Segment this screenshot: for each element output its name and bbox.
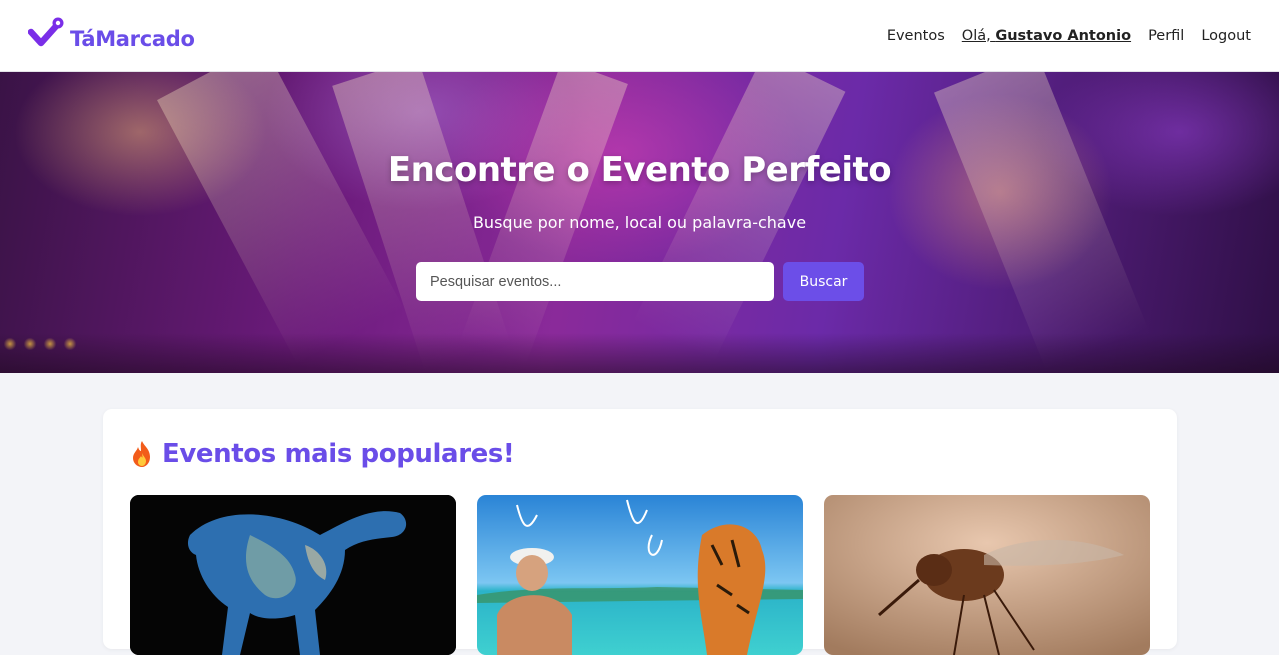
mosquito-image	[824, 495, 1150, 655]
greeting-prefix: Olá,	[961, 27, 991, 44]
event-card[interactable]	[130, 495, 456, 655]
top-header: TáMarcado Eventos Olá, Gustavo Antonio P…	[0, 0, 1279, 72]
nav-eventos[interactable]: Eventos	[887, 28, 945, 44]
hero-subtitle: Busque por nome, local ou palavra-chave	[472, 213, 807, 232]
brand-link[interactable]: TáMarcado	[28, 17, 195, 53]
event-card[interactable]	[477, 495, 803, 655]
search-button[interactable]: Buscar	[783, 262, 864, 301]
fire-icon	[133, 441, 150, 467]
event-card[interactable]	[824, 495, 1150, 655]
hero-banner: Encontre o Evento Perfeito Busque por no…	[0, 72, 1279, 373]
nav-logout[interactable]: Logout	[1201, 28, 1251, 44]
nav-user-greeting[interactable]: Olá, Gustavo Antonio	[962, 28, 1131, 44]
hero-content: Encontre o Evento Perfeito Busque por no…	[0, 72, 1279, 373]
brand-check-pin-icon	[28, 17, 64, 46]
dinosaur-image	[130, 495, 456, 655]
user-name: Gustavo Antonio	[995, 27, 1132, 44]
nav-perfil[interactable]: Perfil	[1148, 28, 1184, 44]
popular-events-title: Eventos mais populares!	[130, 439, 515, 469]
main-nav: Eventos Olá, Gustavo Antonio Perfil Logo…	[887, 28, 1251, 44]
beach-tiger-image	[477, 495, 803, 655]
popular-title-text: Eventos mais populares!	[162, 439, 515, 469]
search-input[interactable]	[416, 262, 774, 301]
brand-name: TáMarcado	[70, 26, 195, 51]
popular-events-section: Eventos mais populares!	[103, 409, 1177, 655]
hero-title: Encontre o Evento Perfeito	[387, 150, 892, 190]
